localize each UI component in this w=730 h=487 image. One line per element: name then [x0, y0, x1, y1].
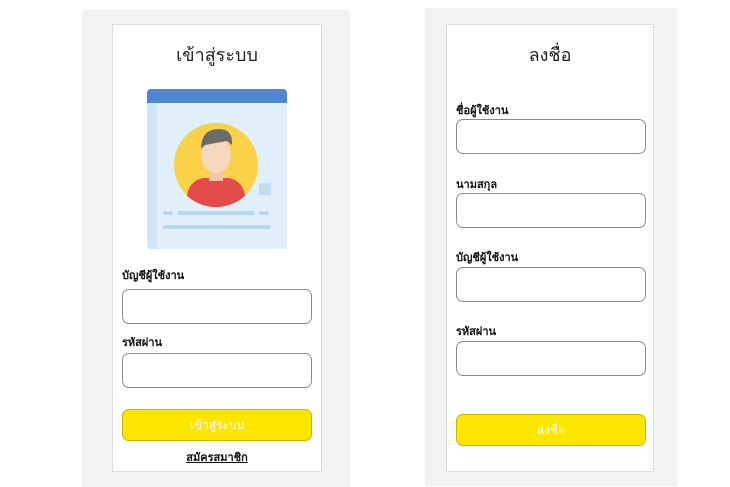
register-password-label: รหัสผ่าน — [456, 325, 497, 338]
register-link[interactable]: สมัครสมาชิก — [113, 448, 321, 466]
register-card: ลงชื่อ ชื่อผู้ใช้งาน นามสกุล บัญชีผู้ใช้… — [446, 24, 654, 472]
login-button[interactable]: เข้าสู่ระบบ — [122, 409, 312, 441]
register-username-label: บัญชีผู้ใช้งาน — [456, 251, 519, 264]
lastname-label: นามสกุล — [456, 178, 498, 191]
register-button[interactable]: ลงชื่อ — [456, 414, 646, 446]
register-username-input[interactable] — [456, 267, 646, 302]
username-input[interactable] — [122, 289, 312, 324]
password-label: รหัสผ่าน — [122, 336, 163, 349]
app-stage: เข้าสู่ระบบ บัญชีผู้ใช้งาน รหัสผ่าน เข้า… — [0, 0, 730, 487]
register-title: ลงชื่อ — [528, 45, 572, 66]
firstname-label: ชื่อผู้ใช้งาน — [456, 104, 509, 117]
password-input[interactable] — [122, 353, 312, 388]
login-title: เข้าสู่ระบบ — [176, 45, 258, 66]
register-password-input[interactable] — [456, 341, 646, 376]
user-profile-card-icon — [147, 89, 287, 249]
username-label: บัญชีผู้ใช้งาน — [122, 269, 185, 282]
login-card: เข้าสู่ระบบ บัญชีผู้ใช้งาน รหัสผ่าน เข้า… — [112, 24, 322, 472]
lastname-input[interactable] — [456, 193, 646, 228]
firstname-input[interactable] — [456, 119, 646, 154]
